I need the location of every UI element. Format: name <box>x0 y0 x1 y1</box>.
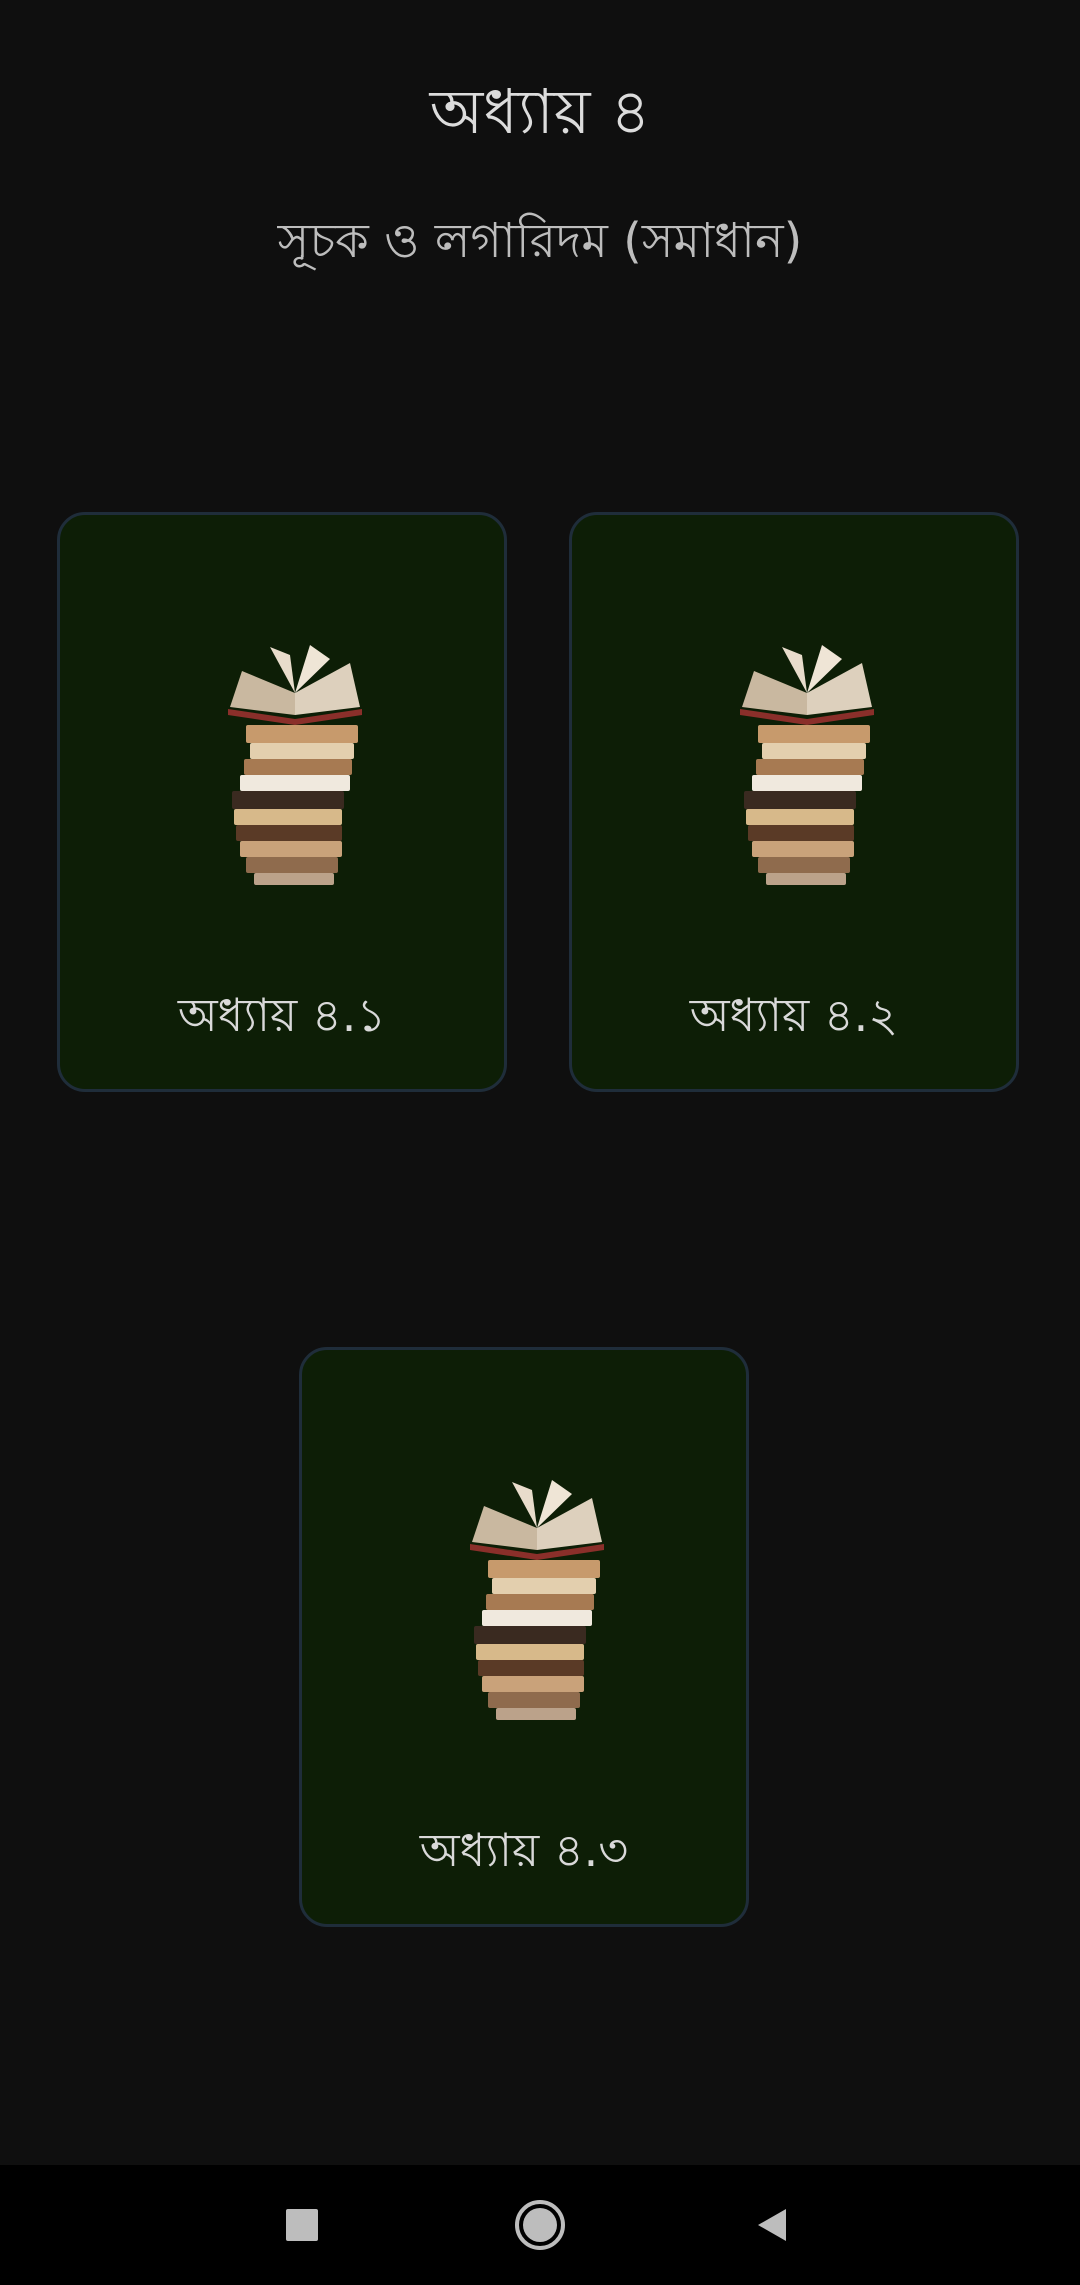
circle-icon <box>515 2200 565 2250</box>
chapter-card-label: অধ্যায় ৪.৩ <box>419 1823 629 1877</box>
triangle-left-icon <box>758 2209 786 2241</box>
chapter-card-4-2[interactable]: অধ্যায় ৪.২ <box>569 512 1019 1092</box>
back-button[interactable] <box>738 2191 806 2259</box>
square-icon <box>286 2209 318 2241</box>
page-title: অধ্যায় ৪ <box>429 75 651 148</box>
home-button[interactable] <box>506 2191 574 2259</box>
recents-button[interactable] <box>268 2191 336 2259</box>
chapter-card-4-3[interactable]: অধ্যায় ৪.৩ <box>299 1347 749 1927</box>
book-stack-icon <box>470 1480 604 1720</box>
book-stack-icon <box>740 645 874 885</box>
page-subtitle: সূচক ও লগারিদম (সমাধান) <box>277 213 803 269</box>
chapter-card-label: অধ্যায় ৪.১ <box>177 988 387 1042</box>
chapter-card-label: অধ্যায় ৪.২ <box>689 988 899 1042</box>
book-stack-icon <box>228 645 362 885</box>
chapter-card-4-1[interactable]: অধ্যায় ৪.১ <box>57 512 507 1092</box>
system-navigation-bar <box>0 2165 1080 2285</box>
